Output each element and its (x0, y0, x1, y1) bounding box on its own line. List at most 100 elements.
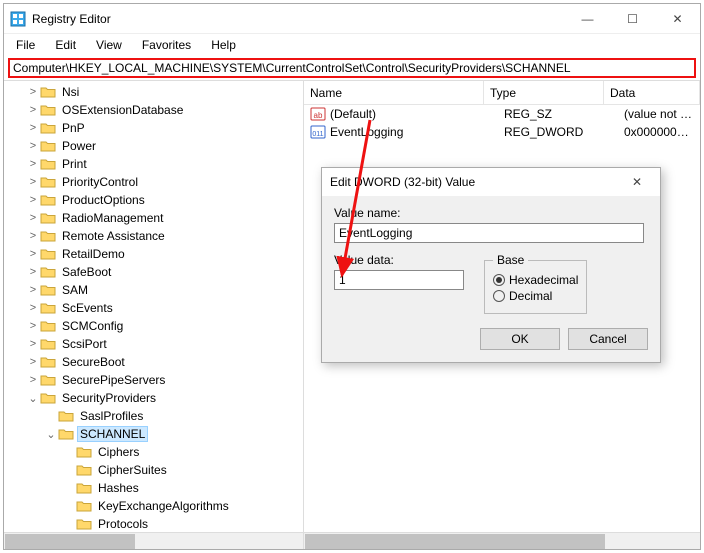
values-header: Name Type Data (304, 81, 700, 105)
tree-item[interactable]: >SafeBoot (4, 263, 303, 281)
tree-twisty[interactable]: > (26, 104, 40, 116)
value-data-field[interactable] (334, 270, 464, 290)
value-type: REG_DWORD (504, 125, 624, 139)
tree-item[interactable]: SaslProfiles (4, 407, 303, 425)
tree-twisty[interactable]: > (26, 374, 40, 386)
base-label: Base (493, 253, 528, 267)
tree-twisty[interactable]: > (26, 194, 40, 206)
folder-icon (40, 337, 56, 351)
tree-item-label: Hashes (96, 481, 141, 495)
address-bar[interactable]: Computer\HKEY_LOCAL_MACHINE\SYSTEM\Curre… (8, 58, 696, 78)
tree-item-label: OSExtensionDatabase (60, 103, 185, 117)
value-row[interactable]: ab(Default)REG_SZ(value not set) (304, 105, 700, 123)
column-header-type[interactable]: Type (484, 81, 604, 104)
scrollbar-thumb[interactable] (5, 534, 135, 549)
menu-edit[interactable]: Edit (47, 36, 84, 54)
tree-item[interactable]: > SAM (4, 281, 303, 299)
titlebar[interactable]: Registry Editor — ☐ ✕ (4, 4, 700, 34)
ok-button[interactable]: OK (480, 328, 560, 350)
tree-item[interactable]: > RadioManagement (4, 209, 303, 227)
menu-help[interactable]: Help (203, 36, 244, 54)
tree-twisty[interactable]: ⌄ (26, 392, 40, 405)
registry-tree[interactable]: >Nsi>OSExtensionDatabase>PnP>Power>Print… (4, 81, 303, 532)
tree-item[interactable]: Protocols (4, 515, 303, 532)
menu-file[interactable]: File (8, 36, 43, 54)
tree-item[interactable]: >PriorityControl (4, 173, 303, 191)
tree-item[interactable]: >SecurePipeServers (4, 371, 303, 389)
radio-dec-row[interactable]: Decimal (493, 289, 578, 303)
tree-item[interactable]: >Remote Assistance (4, 227, 303, 245)
tree-item[interactable]: > ScEvents (4, 299, 303, 317)
radio-hex-row[interactable]: Hexadecimal (493, 273, 578, 287)
menu-favorites[interactable]: Favorites (134, 36, 199, 54)
svg-text:ab: ab (314, 111, 323, 120)
tree-item[interactable]: >ScsiPort (4, 335, 303, 353)
tree-twisty[interactable]: > (26, 158, 40, 170)
tree-item[interactable]: ⌄SecurityProviders (4, 389, 303, 407)
cancel-button[interactable]: Cancel (568, 328, 648, 350)
tree-item-label: ProductOptions (60, 193, 147, 207)
tree-item[interactable]: >Nsi (4, 83, 303, 101)
tree-item[interactable]: >SecureBoot (4, 353, 303, 371)
tree-item[interactable]: ⌄SCHANNEL (4, 425, 303, 443)
tree-twisty[interactable]: > (26, 248, 40, 260)
tree-twisty[interactable]: > (26, 338, 40, 350)
folder-icon (40, 319, 56, 333)
radio-decimal-label: Decimal (509, 289, 552, 303)
tree-item[interactable]: Ciphers (4, 443, 303, 461)
folder-icon (40, 391, 56, 405)
radio-hex-label: Hexadecimal (509, 273, 578, 287)
tree-twisty[interactable]: ⌄ (44, 428, 58, 441)
radio-decimal[interactable] (493, 290, 505, 302)
radio-hex[interactable] (493, 274, 505, 286)
tree-twisty[interactable]: > (26, 230, 40, 242)
tree-item-label: RadioManagement (60, 211, 165, 225)
tree-twisty[interactable]: > (26, 122, 40, 134)
tree-item[interactable]: >Power (4, 137, 303, 155)
tree-item[interactable]: > ProductOptions (4, 191, 303, 209)
value-name: (Default) (330, 107, 504, 121)
tree-twisty[interactable]: > (26, 266, 40, 278)
dialog-close-button[interactable]: ✕ (622, 175, 652, 189)
tree-horizontal-scrollbar[interactable] (4, 532, 303, 549)
minimize-button[interactable]: — (565, 4, 610, 34)
close-button[interactable]: ✕ (655, 4, 700, 34)
tree-twisty[interactable]: > (26, 212, 40, 224)
tree-twisty[interactable]: > (26, 176, 40, 188)
value-name-label: Value name: (334, 206, 648, 220)
dword-value-icon: 011 (310, 124, 326, 140)
tree-item-label: SaslProfiles (78, 409, 145, 423)
folder-icon (76, 517, 92, 531)
dialog-buttons: OK Cancel (322, 318, 660, 362)
value-data-label: Value data: (334, 253, 464, 267)
tree-twisty[interactable]: > (26, 320, 40, 332)
tree-item[interactable]: Hashes (4, 479, 303, 497)
tree-twisty[interactable]: > (26, 140, 40, 152)
tree-twisty[interactable]: > (26, 356, 40, 368)
tree-item[interactable]: >PnP (4, 119, 303, 137)
folder-icon (40, 229, 56, 243)
column-header-name[interactable]: Name (304, 81, 484, 104)
value-row[interactable]: 011EventLoggingREG_DWORD0x00000001 (1) (304, 123, 700, 141)
tree-item[interactable]: >RetailDemo (4, 245, 303, 263)
tree-item[interactable]: >Print (4, 155, 303, 173)
tree-item-label: ScEvents (60, 301, 115, 315)
dialog-body: Value name: Value data: Base Hexadecimal… (322, 196, 660, 318)
value-type: REG_SZ (504, 107, 624, 121)
values-horizontal-scrollbar[interactable] (304, 532, 700, 549)
value-name-field[interactable] (334, 223, 644, 243)
tree-item[interactable]: CipherSuites (4, 461, 303, 479)
tree-item[interactable]: >SCMConfig (4, 317, 303, 335)
tree-twisty[interactable]: > (26, 302, 40, 314)
tree-item[interactable]: > OSExtensionDatabase (4, 101, 303, 119)
scrollbar-thumb[interactable] (305, 534, 605, 549)
value-name: EventLogging (330, 125, 504, 139)
tree-twisty[interactable]: > (26, 86, 40, 98)
column-header-data[interactable]: Data (604, 81, 700, 104)
tree-item-label: SAM (60, 283, 90, 297)
tree-twisty[interactable]: > (26, 284, 40, 296)
tree-item[interactable]: KeyExchangeAlgorithms (4, 497, 303, 515)
maximize-button[interactable]: ☐ (610, 4, 655, 34)
menu-view[interactable]: View (88, 36, 130, 54)
dialog-titlebar[interactable]: Edit DWORD (32-bit) Value ✕ (322, 168, 660, 196)
